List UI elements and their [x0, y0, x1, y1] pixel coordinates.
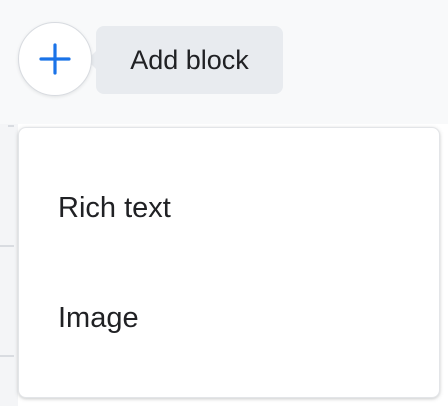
- divider-line: [0, 245, 14, 247]
- menu-item-rich-text[interactable]: Rich text: [19, 172, 439, 244]
- divider-line: [0, 355, 14, 357]
- add-block-tooltip: Add block: [87, 26, 283, 94]
- menu-item-label: Rich text: [58, 191, 171, 224]
- page-background-strip: [0, 124, 18, 406]
- tooltip-label: Add block: [130, 44, 249, 75]
- add-block-menu: Rich text Image: [18, 127, 440, 398]
- menu-item-image[interactable]: Image: [19, 282, 439, 354]
- menu-item-label: Image: [58, 301, 139, 334]
- divider-line: [8, 125, 14, 127]
- plus-icon: [38, 42, 72, 76]
- add-block-button[interactable]: [18, 22, 92, 96]
